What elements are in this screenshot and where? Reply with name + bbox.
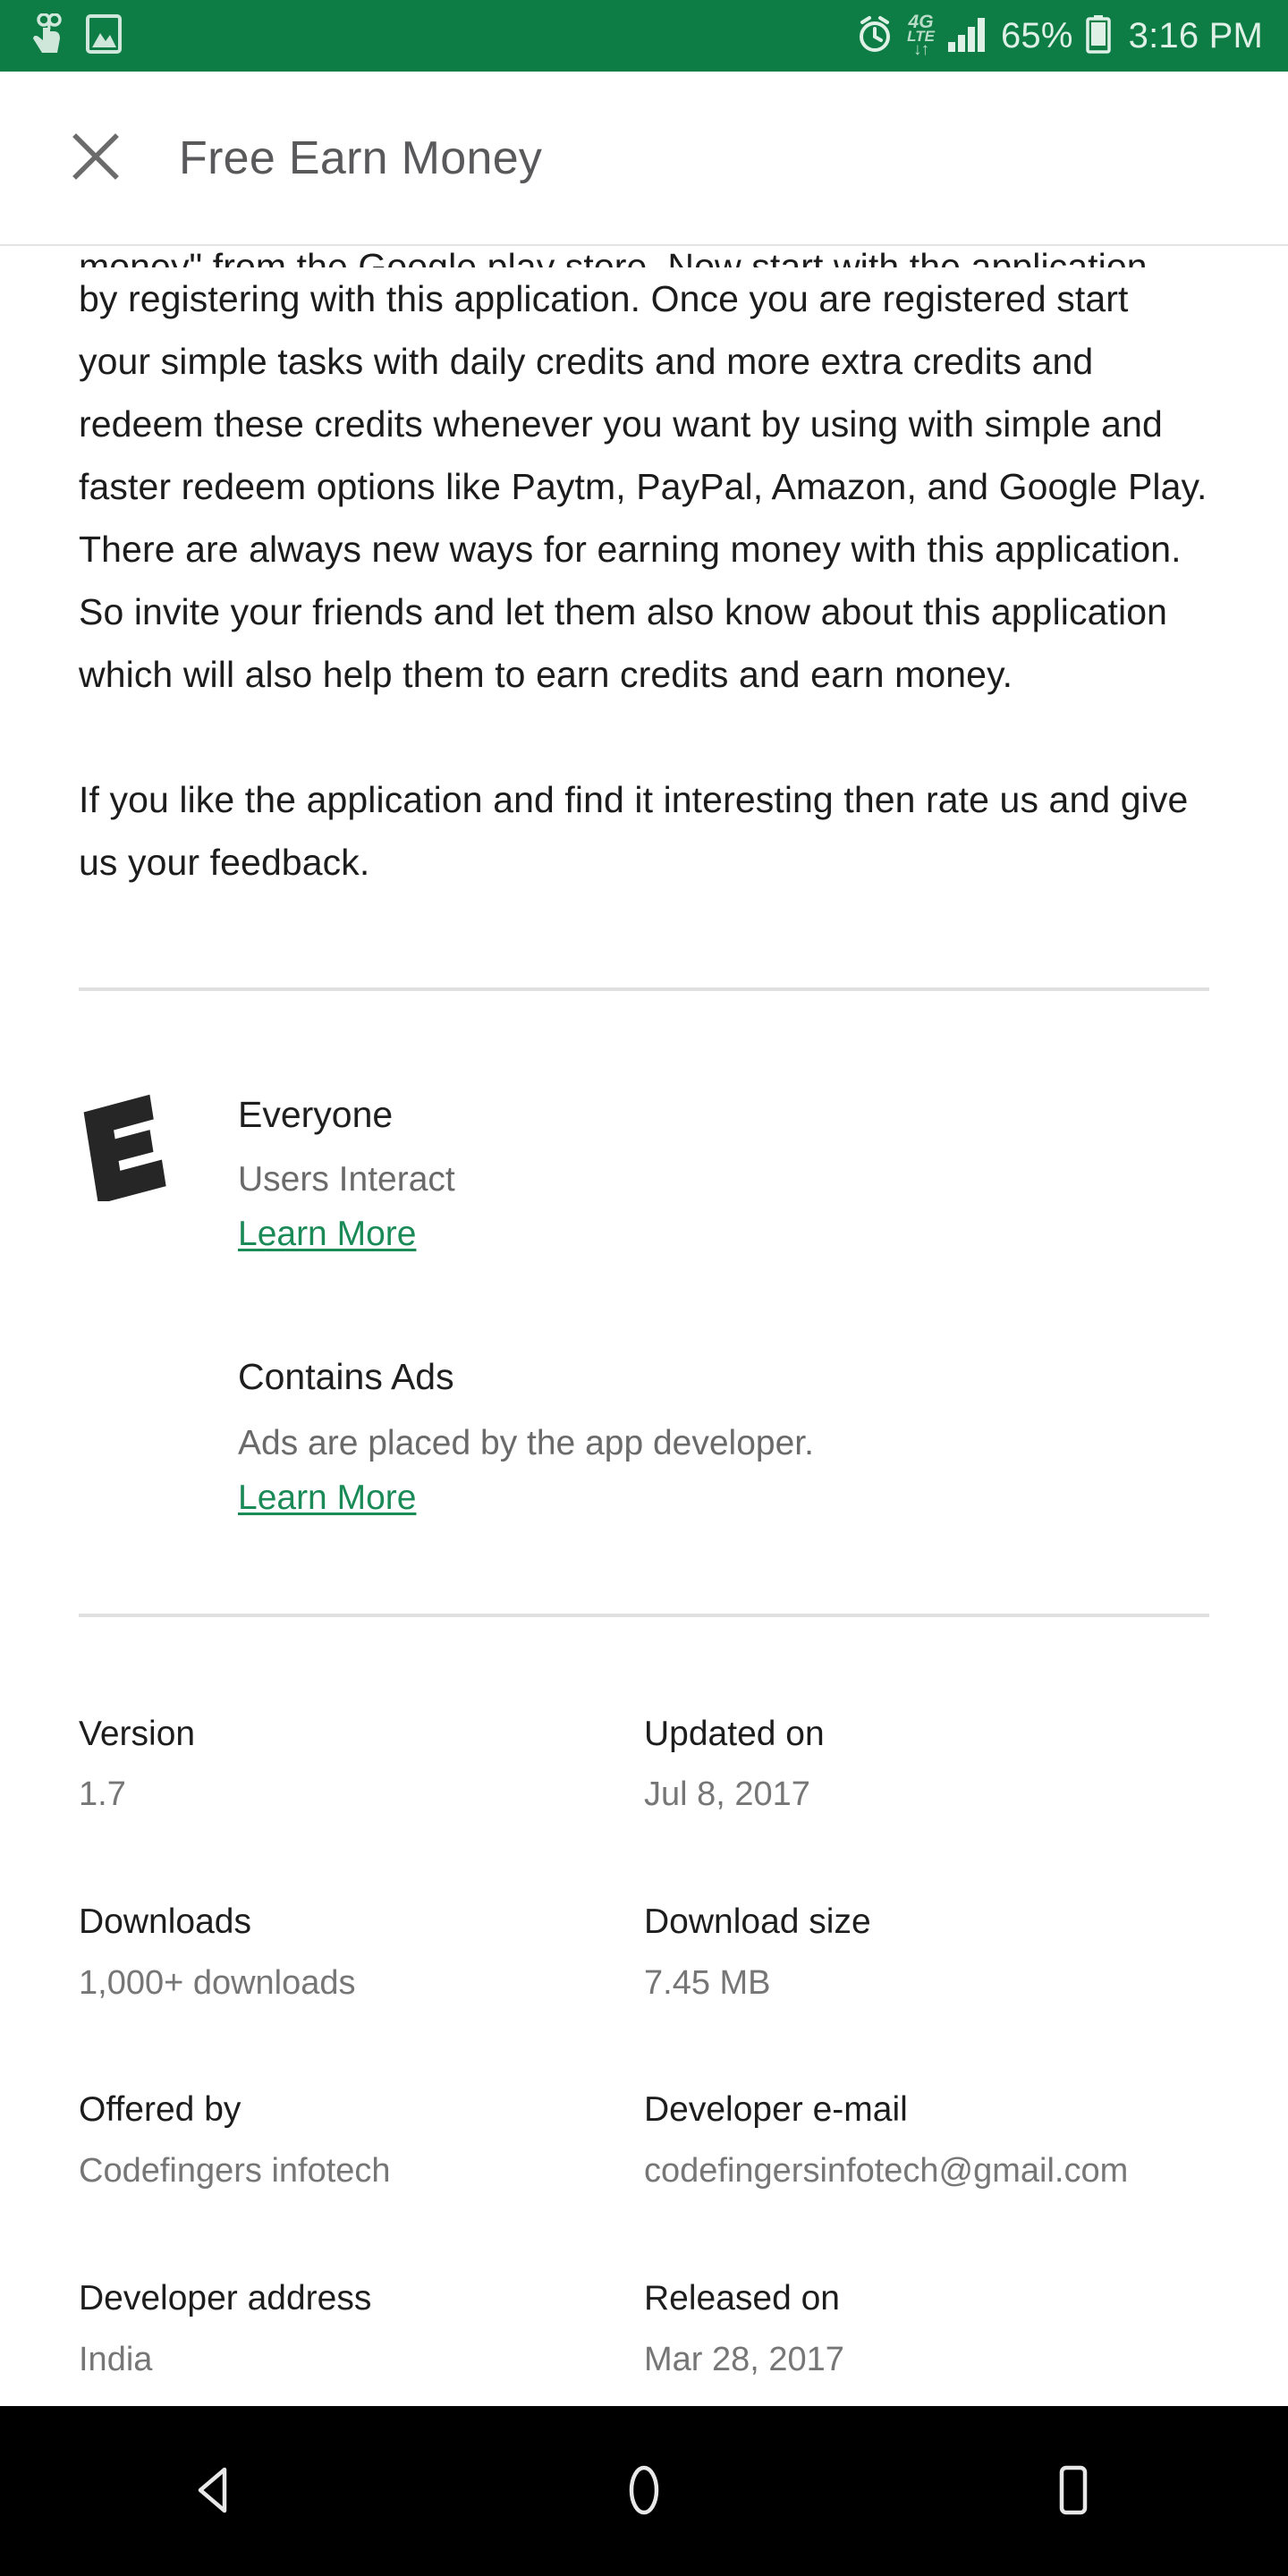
app-info-value: Mar 28, 2017 bbox=[644, 2340, 844, 2378]
app-info-label: Downloads bbox=[79, 1902, 251, 1942]
app-bar: Free Earn Money bbox=[0, 72, 1288, 246]
content-rating-section: Everyone Users Interact Learn More bbox=[0, 1085, 1288, 1256]
contains-ads-description: Ads are placed by the app developer. bbox=[238, 1424, 814, 1463]
app-info-offered-by: Offered by Codefingers infotech bbox=[79, 2089, 644, 2191]
app-info-download-size: Download size 7.45 MB bbox=[644, 1902, 1209, 2004]
phone-screen: 4G LTE ↓↑ 65% 3:16 PM Free Earn Money by… bbox=[0, 0, 1288, 2576]
divider-above-app-info bbox=[79, 1613, 1209, 1617]
app-info-label: Developer e-mail bbox=[644, 2090, 908, 2130]
app-info-downloads: Downloads 1,000+ downloads bbox=[79, 1902, 644, 2004]
android-navigation-bar bbox=[0, 2406, 1288, 2576]
battery-percent-label: 65% bbox=[1000, 16, 1073, 55]
home-button[interactable] bbox=[429, 2406, 859, 2576]
content-rating-text: Everyone Users Interact Learn More bbox=[238, 1085, 455, 1256]
page-title: Free Earn Money bbox=[179, 131, 543, 184]
contains-ads-section: Contains Ads Ads are placed by the app d… bbox=[0, 1354, 1288, 1520]
app-info-developer-address: Developer address India bbox=[79, 2278, 644, 2380]
app-info-released-on: Released on Mar 28, 2017 bbox=[644, 2278, 1209, 2380]
contains-ads-title: Contains Ads bbox=[238, 1355, 454, 1397]
app-info-label: Developer address bbox=[79, 2278, 372, 2318]
status-bar-right-indicators: 4G LTE ↓↑ 65% 3:16 PM bbox=[855, 13, 1263, 59]
data-transfer-arrows-icon: ↓↑ bbox=[913, 40, 929, 60]
back-triangle-icon bbox=[185, 2461, 244, 2522]
gesture-pointer-icon bbox=[30, 12, 64, 59]
network-4g-lte-icon: 4G LTE ↓↑ bbox=[907, 13, 935, 60]
app-info-label: Download size bbox=[644, 1902, 871, 1942]
app-info-value: 1.7 bbox=[79, 1775, 126, 1814]
app-info-updated-on: Updated on Jul 8, 2017 bbox=[644, 1714, 1209, 1816]
description-paragraph-1: by registering with this application. On… bbox=[79, 278, 1208, 695]
back-button[interactable] bbox=[0, 2406, 429, 2576]
status-bar-left-icons bbox=[30, 12, 122, 59]
app-info-value[interactable]: codefingersinfotech@gmail.com bbox=[644, 2151, 1188, 2192]
divider-above-rating bbox=[79, 987, 1209, 991]
alarm-clock-icon bbox=[855, 13, 894, 59]
content-rating-learn-more-link[interactable]: Learn More bbox=[238, 1214, 416, 1256]
recents-square-icon bbox=[1044, 2461, 1103, 2522]
contains-ads-learn-more-link[interactable]: Learn More bbox=[238, 1478, 416, 1520]
close-icon bbox=[69, 130, 123, 186]
clock-label: 3:16 PM bbox=[1128, 16, 1263, 55]
screenshot-image-icon bbox=[86, 13, 122, 59]
app-info-value: Jul 8, 2017 bbox=[644, 1775, 810, 1814]
content-rating-title: Everyone bbox=[238, 1094, 394, 1135]
app-info-version: Version 1.7 bbox=[79, 1714, 644, 1816]
app-info-label: Released on bbox=[644, 2278, 840, 2318]
app-info-value: India bbox=[79, 2340, 153, 2378]
app-info-value: 1,000+ downloads bbox=[79, 1963, 356, 2002]
app-info-label: Updated on bbox=[644, 1714, 825, 1753]
battery-icon bbox=[1085, 14, 1111, 58]
signal-bars-icon bbox=[947, 15, 988, 57]
recents-button[interactable] bbox=[859, 2406, 1288, 2576]
description-clipped-line: money" from the Google play store. Now s… bbox=[79, 248, 1209, 267]
description-paragraph-2: If you like the application and find it … bbox=[79, 779, 1189, 883]
app-info-value: Codefingers infotech bbox=[79, 2152, 391, 2190]
esrb-everyone-icon bbox=[79, 1094, 168, 1201]
app-info-label: Version bbox=[79, 1714, 196, 1753]
app-info-grid: Version 1.7 Updated on Jul 8, 2017 Downl… bbox=[0, 1714, 1288, 2381]
app-info-developer-email: Developer e-mail codefingersinfotech@gma… bbox=[644, 2089, 1209, 2191]
content-rating-descriptor: Users Interact bbox=[238, 1160, 455, 1199]
scroll-content[interactable]: money" from the Google play store. Now s… bbox=[0, 248, 1288, 2406]
close-button[interactable] bbox=[47, 109, 145, 208]
status-bar: 4G LTE ↓↑ 65% 3:16 PM bbox=[0, 0, 1288, 72]
app-info-value: 7.45 MB bbox=[644, 1963, 771, 2002]
app-description: money" from the Google play store. Now s… bbox=[0, 248, 1288, 894]
home-circle-icon bbox=[614, 2461, 674, 2522]
app-info-label: Offered by bbox=[79, 2090, 242, 2130]
